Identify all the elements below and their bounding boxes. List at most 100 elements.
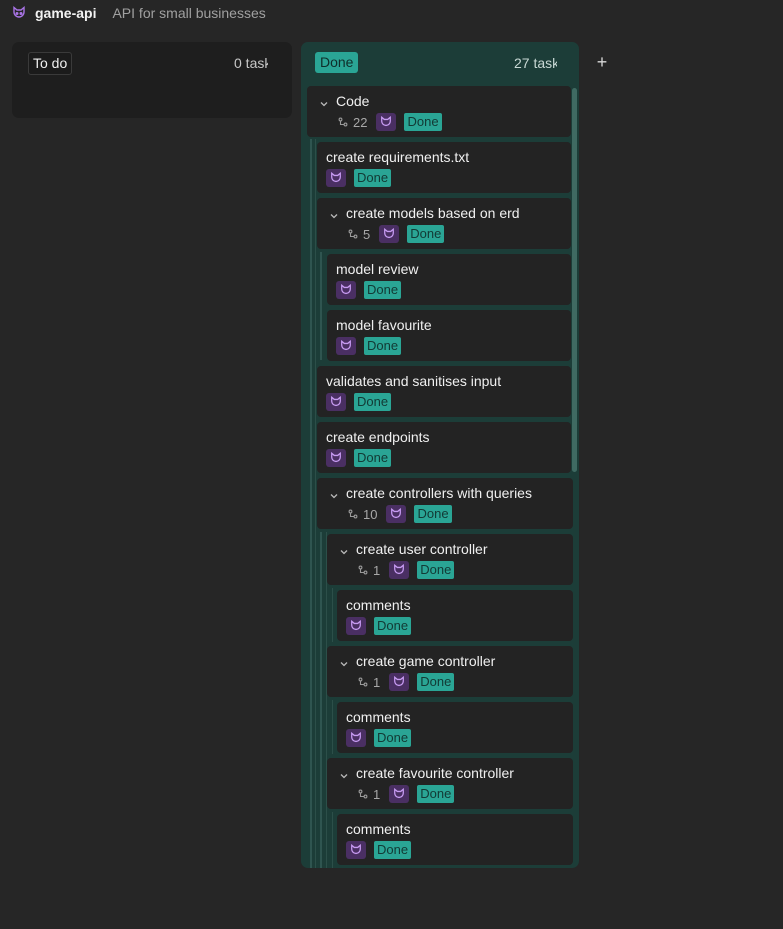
status-badge[interactable]: Done [417,561,455,579]
status-badge[interactable]: Done [404,113,442,131]
task-title: create models based on erd [346,205,520,221]
chevron-down-icon[interactable] [339,768,349,779]
task-title: create user controller [356,541,488,557]
task-card[interactable]: comments Done [337,702,573,753]
project-header: game-api API for small businesses [12,4,266,22]
task-title: create requirements.txt [326,149,470,165]
subtask-count: 5 [363,226,371,242]
cat-face-icon [331,396,341,407]
task-card[interactable]: Code 22 Done [307,86,571,137]
task-title: create controllers with queries [346,485,532,501]
task-card[interactable]: comments Done [337,590,573,641]
project-name[interactable]: game-api [35,5,96,21]
task-card[interactable]: create requirements.txt Done [317,142,571,193]
task-card[interactable]: create endpoints Done [317,422,571,473]
cat-face-icon [384,228,395,239]
task-card[interactable]: model review Done [327,254,571,305]
task-title: Code [336,93,370,109]
status-badge[interactable]: Done [417,785,455,803]
subtask-icon [348,509,358,519]
task-card[interactable]: create user controller 1 Done [327,534,573,585]
column-scrollbar[interactable] [572,88,577,472]
task-title: comments [346,709,411,725]
task-title: comments [346,821,411,837]
tree-rail [320,532,322,868]
chevron-down-icon[interactable] [329,488,339,499]
cat-face-icon [351,844,361,855]
assignee-avatar[interactable] [346,729,366,747]
task-meta: 1 Done [358,561,455,579]
subtask-icon [358,565,368,575]
task-meta: Done [346,617,412,635]
assignee-avatar[interactable] [386,505,407,523]
task-meta: 1 Done [358,785,455,803]
subtask-count: 1 [373,674,381,690]
cat-face-icon[interactable] [12,6,26,20]
chevron-down-icon[interactable] [319,96,329,107]
assignee-avatar[interactable] [346,617,366,635]
assignee-avatar[interactable] [389,561,410,579]
assignee-avatar[interactable] [326,449,346,467]
task-meta: 10 Done [348,505,452,523]
assignee-avatar[interactable] [326,169,346,187]
column-todo: To do 0 task [12,42,292,118]
cat-face-icon [391,508,402,519]
column-todo-count: 0 task [234,55,268,71]
task-card[interactable]: model favourite Done [327,310,571,361]
tree-guide [315,139,316,868]
add-column-button[interactable]: + [595,53,609,71]
status-badge[interactable]: Done [417,673,455,691]
cat-face-icon [394,564,405,575]
tree-guide [332,700,333,754]
status-badge[interactable]: Done [407,225,445,243]
assignee-avatar[interactable] [376,113,397,131]
column-todo-label[interactable]: To do [28,52,73,75]
task-card[interactable]: create models based on erd 5 Done [317,198,571,249]
assignee-avatar[interactable] [389,785,410,803]
cat-face-icon [394,676,405,687]
cat-face-icon [331,452,341,463]
subtask-icon [348,229,358,239]
task-title: comments [346,597,411,613]
task-title: model review [336,261,419,277]
chevron-down-icon[interactable] [339,544,349,555]
subtask-count: 22 [353,114,368,130]
chevron-down-icon[interactable] [339,656,349,667]
task-card[interactable]: create favourite controller 1 Done [327,758,573,809]
column-done-label[interactable]: Done [315,52,359,73]
task-meta: Done [336,281,402,299]
assignee-avatar[interactable] [336,281,356,299]
status-badge[interactable]: Done [374,841,412,859]
status-badge[interactable]: Done [374,617,412,635]
assignee-avatar[interactable] [346,841,366,859]
assignee-avatar[interactable] [326,393,346,411]
assignee-avatar[interactable] [379,225,400,243]
chevron-down-icon[interactable] [329,208,339,219]
task-meta: 22 Done [338,113,442,131]
status-badge[interactable]: Done [414,505,452,523]
task-card[interactable]: comments Done [337,814,573,865]
task-meta: Done [326,449,392,467]
task-card[interactable]: create controllers with queries 10 Done [317,478,573,529]
subtask-icon [358,789,368,799]
task-card[interactable]: validates and sanitises input Done [317,366,571,417]
task-title: create endpoints [326,429,430,445]
subtask-count: 1 [373,562,381,578]
task-title: create favourite controller [356,765,514,781]
status-badge[interactable]: Done [354,449,392,467]
tree-rail [320,252,322,360]
status-badge[interactable]: Done [364,337,402,355]
cat-face-icon [351,620,361,631]
tree-guide [332,812,333,868]
status-badge[interactable]: Done [364,281,402,299]
status-badge[interactable]: Done [374,729,412,747]
task-meta: Done [346,841,412,859]
task-card[interactable]: create game controller 1 Done [327,646,573,697]
task-title: model favourite [336,317,432,333]
status-badge[interactable]: Done [354,393,392,411]
assignee-avatar[interactable] [389,673,410,691]
assignee-avatar[interactable] [336,337,356,355]
task-meta: 5 Done [348,225,445,243]
cat-face-icon [381,116,392,127]
status-badge[interactable]: Done [354,169,392,187]
